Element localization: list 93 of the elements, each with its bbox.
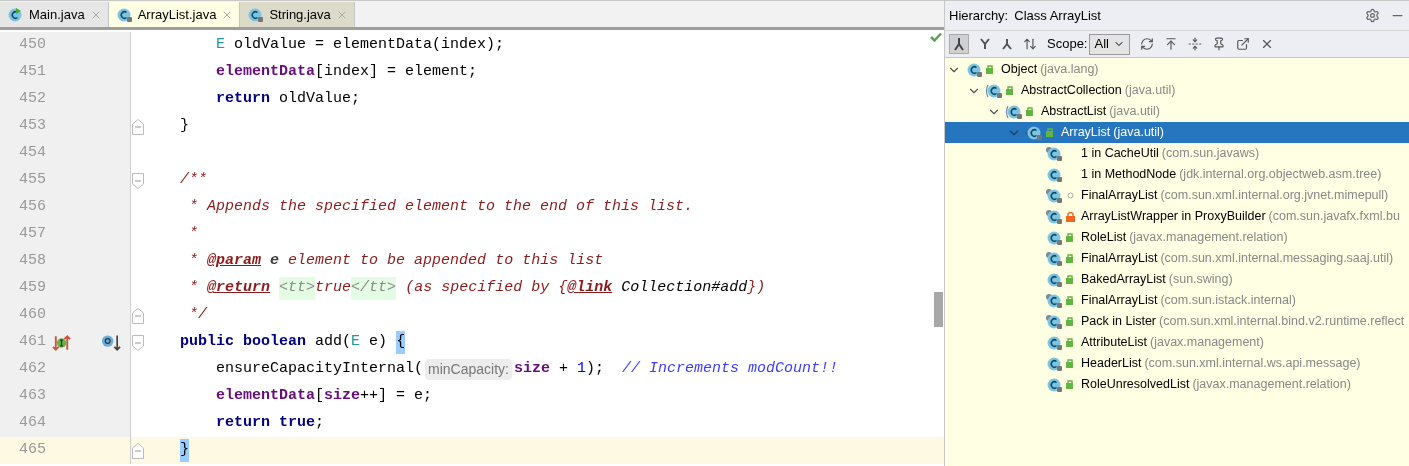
tree-item[interactable]: FinalArrayList (com.sun.istack.internal) [945,290,1409,311]
code-line: } [179,116,190,137]
editor-tab[interactable]: String.java [240,2,355,27]
scope-label: Scope: [1047,35,1088,54]
public-access-icon [1066,275,1075,284]
tree-item[interactable]: 1 in MethodNode (jdk.internal.org.objectweb.asm.tree) [945,164,1409,185]
tree-item[interactable]: AttributeList (javax.management) [945,332,1409,353]
class-icon [246,6,265,23]
fold-marker-icon[interactable] [131,442,144,459]
hierarchy-icon [953,37,965,51]
line-number: 456 [18,197,46,218]
panel-subject: Class ArrayList [1014,6,1101,25]
tree-item[interactable]: AbstractCollection (java.util) [945,80,1409,101]
public-access-icon [1006,86,1015,95]
tree-item[interactable]: HeaderList (com.sun.xml.internal.ws.api.message) [945,353,1409,374]
code-line: ensureCapacityInternal( minCapacity: size + 1); // Increments modCount!! [215,358,839,381]
tree-item[interactable]: Pack in Lister (com.sun.xml.internal.bind.v2.runtime.reflect [945,311,1409,332]
class-icon [6,6,24,23]
subtypes-icon[interactable] [1001,38,1013,50]
line-number: 465 [18,440,46,461]
line-number: 452 [18,89,46,110]
public-access-icon [986,65,995,74]
panel-title: Hierarchy: [949,6,1009,25]
tree-item[interactable]: RoleList (javax.management.relation) [945,227,1409,248]
tab-label: String.java [269,5,331,24]
line-number: 454 [18,143,46,164]
code-line: return true; [215,413,325,434]
public-access-icon [1066,317,1075,326]
code-line: * [188,224,199,245]
line-number: 458 [18,251,46,272]
pin-icon[interactable] [1211,37,1226,51]
type-hierarchy-button[interactable] [949,34,969,54]
package-access-icon [1066,191,1075,200]
tree-item[interactable]: FinalArrayList (com.sun.xml.internal.org.jvnet.mimepull) [945,185,1409,206]
code-line: * Appends the specified element to the end of this list. [188,197,694,218]
code-line: elementData[index] = element; [215,62,478,83]
code-line: public boolean add(E e) { [144,331,406,354]
lock-icon [1066,211,1075,222]
line-number: 457 [18,224,46,245]
supertypes-icon[interactable] [979,38,991,50]
public-access-icon [1066,296,1075,305]
line-number: 462 [18,359,46,380]
line-number: 464 [18,413,46,434]
collapse-icon[interactable] [1187,37,1202,51]
line-number: 461 [18,332,46,353]
settings-icon[interactable] [1365,8,1380,23]
tree-item[interactable]: FinalArrayList (com.sun.xml.internal.messaging.saaj.util) [945,248,1409,269]
tree-item[interactable]: ArrayList (java.util) [945,122,1409,143]
line-number: 463 [18,386,46,407]
code-line: /** [179,170,208,191]
public-access-icon [1046,128,1055,137]
editor-tab[interactable]: Main.java [0,2,109,27]
tree-item[interactable]: BakedArrayList (sun.swing) [945,269,1409,290]
line-number: 455 [18,170,46,191]
open-window-icon[interactable] [1235,37,1250,51]
implements-marker-icon[interactable] [52,333,72,352]
editor-tab[interactable]: ArrayList.java [108,2,241,27]
scrollbar-thumb[interactable] [934,292,943,327]
code-line: * @param e element to be appended to this list [188,251,604,272]
tab-label: Main.java [29,5,85,24]
line-number: 450 [18,35,46,56]
fold-marker-icon[interactable] [131,307,144,324]
tree-item[interactable]: RoleUnresolvedList (javax.management.relation) [945,374,1409,395]
scope-select[interactable]: All [1089,33,1130,55]
line-number: 459 [18,278,46,299]
code-line: return oldValue; [215,89,361,110]
line-number: 460 [18,305,46,326]
fold-marker-icon[interactable] [131,334,144,351]
line-number: 453 [18,116,46,137]
check-icon [930,32,942,42]
code-line: */ [188,305,208,326]
code-line: * @return <tt>true</tt> (as specified by {@link Collection#add}) [144,277,766,300]
tree-item[interactable]: Object (java.lang) [945,59,1409,80]
public-access-icon [1026,107,1035,116]
tree-item[interactable]: ArrayListWrapper in ProxyBuilder (com.sun.javafx.fxml.bu [945,206,1409,227]
public-access-icon [1066,254,1075,263]
fold-marker-icon[interactable] [131,118,144,135]
public-access-icon [1066,338,1075,347]
code-line: elementData[size++] = e; [215,386,433,407]
code-line: E oldValue = elementData(index); [215,35,505,56]
refresh-icon[interactable] [1139,37,1154,51]
overrides-marker-icon[interactable] [101,333,122,352]
public-access-icon [1066,359,1075,368]
public-access-icon [1066,233,1075,242]
tree-item[interactable]: AbstractList (java.util) [945,101,1409,122]
export-icon[interactable] [1163,37,1178,51]
public-access-icon [1066,380,1075,389]
fold-marker-icon[interactable] [131,172,144,189]
sort-icon[interactable] [1023,37,1037,51]
tab-label: ArrayList.java [137,5,217,24]
code-line: } [144,439,190,462]
tree-item[interactable]: 1 in CacheUtil (com.sun.javaws) [945,143,1409,164]
line-number: 451 [18,62,46,83]
